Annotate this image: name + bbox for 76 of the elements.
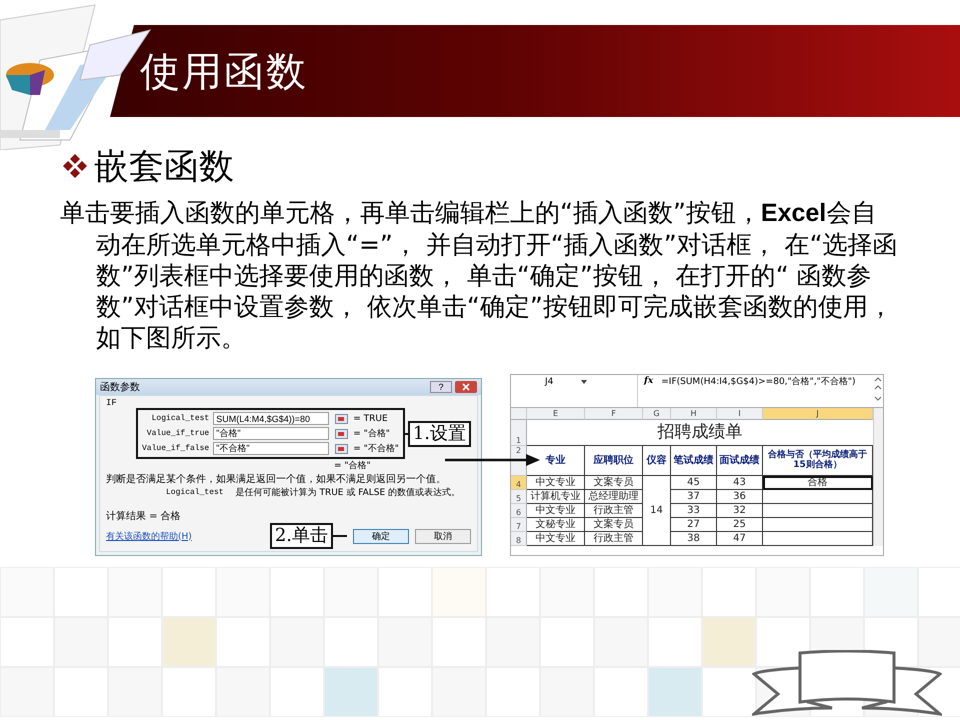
range-picker-icon[interactable]: [335, 444, 348, 454]
row-header[interactable]: 8: [511, 532, 527, 546]
row-header[interactable]: 4: [511, 476, 527, 490]
argument-label: Logical_test: [150, 414, 210, 423]
table-cell: 文案专员: [585, 476, 643, 490]
annotation-label: 2.单击: [270, 523, 333, 549]
help-link[interactable]: 有关该函数的帮助(H): [106, 530, 270, 542]
table-cell: 行政主管: [585, 532, 643, 546]
argument-description: 是任何可能被计算为 TRUE 或 FALSE 的数值或表达式。: [236, 486, 460, 499]
column-heading: 仪容: [643, 446, 671, 476]
column-header[interactable]: H: [671, 408, 717, 420]
column-heading: 笔试成绩: [671, 446, 717, 476]
column-header[interactable]: E: [527, 408, 585, 420]
column-header[interactable]: J: [763, 408, 873, 420]
function-name: IF: [106, 398, 118, 408]
column-heading: 应聘职位: [585, 446, 643, 476]
column-heading: 面试成绩: [717, 446, 763, 476]
argument-label: Value_if_false: [142, 444, 210, 453]
selected-cell[interactable]: 合格: [763, 476, 873, 490]
scroll-arrows-icon[interactable]: [873, 375, 883, 403]
overall-result: = "合格": [334, 460, 372, 472]
annotation-label: 1.设置: [408, 420, 471, 446]
body-paragraph: 单击要插入函数的单元格，再单击编辑栏上的“插入函数”按钮，Excel会自动在所选单元格中插入“=”， 并自动打开“插入函数”对话框， 在“选择函数”列表框中选择要使用的函数， 单击“确定”按钮， 在打开的“ 函数参数”对话框中设置参数， 依次单击“确定”按钮即可完成嵌套函数的使用，如下图所示。: [60, 197, 898, 352]
insert-function-button[interactable]: fx: [638, 375, 660, 407]
table-cell: 45: [671, 476, 717, 490]
table-cell: 36: [717, 490, 763, 504]
table-cell: 27: [671, 518, 717, 532]
row-header[interactable]: 6: [511, 504, 527, 518]
function-description: 判断是否满足某个条件，如果满足返回一个值，如果不满足则返回另一个值。: [106, 472, 447, 486]
name-box[interactable]: J4: [545, 377, 554, 387]
ribbon-banner-icon: [752, 650, 942, 716]
table-cell: 47: [717, 532, 763, 546]
table-cell: 33: [671, 504, 717, 518]
range-picker-icon[interactable]: [335, 414, 348, 424]
table-cell: 14: [643, 476, 671, 546]
argument-label: Value_if_true: [146, 429, 210, 438]
diamond-bullet-icon: [62, 153, 88, 179]
table-cell: 行政主管: [585, 504, 643, 518]
caret-icon[interactable]: [581, 380, 588, 385]
table-cell: 中文专业: [527, 532, 585, 546]
formula-result: 计算结果 = 合格: [106, 510, 182, 523]
row-header[interactable]: 1: [511, 420, 527, 446]
argument-input[interactable]: SUM(L4:M4,$G$4))=80: [213, 412, 330, 425]
close-icon[interactable]: [455, 381, 477, 393]
section-heading: 嵌套函数: [94, 146, 234, 188]
help-button[interactable]: ?: [430, 381, 452, 393]
table-cell: 文秘专业: [527, 518, 585, 532]
vertical-scrollbar[interactable]: [873, 408, 883, 546]
row-header[interactable]: 7: [511, 518, 527, 532]
range-picker-icon[interactable]: [335, 428, 348, 438]
argument-result: = "合格": [353, 428, 391, 440]
column-header[interactable]: F: [585, 408, 643, 420]
dialog-button[interactable]: 确定: [353, 528, 409, 544]
argument-result: = TRUE: [353, 414, 389, 424]
table-cell: 38: [671, 532, 717, 546]
dialog-title: 函数参数: [100, 380, 141, 394]
dialog-button[interactable]: 取消: [415, 528, 471, 544]
argument-input[interactable]: "不合格": [213, 442, 330, 455]
argument-input[interactable]: "合格": [213, 427, 330, 440]
table-cell: 总经理助理: [585, 490, 643, 504]
table-cell: 25: [717, 518, 763, 532]
table-title: 招聘成绩单: [527, 420, 873, 446]
column-header[interactable]: G: [643, 408, 671, 420]
slide-title: 使用函数: [140, 48, 308, 96]
argument-name: Logical_test: [166, 488, 224, 497]
column-header[interactable]: I: [717, 408, 763, 420]
table-cell: 32: [717, 504, 763, 518]
table-cell: 计算机专业: [527, 490, 585, 504]
row-header[interactable]: 5: [511, 490, 527, 504]
argument-result: = "不合格": [353, 442, 399, 455]
table-cell: 中文专业: [527, 504, 585, 518]
table-cell: 37: [671, 490, 717, 504]
table-cell: 43: [717, 476, 763, 490]
table-cell: 中文专业: [527, 476, 585, 490]
formula-text[interactable]: =IF(SUM(H4:I4,$G$4)>=80,"合格","不合格"): [659, 375, 873, 407]
table-cell: 文案专员: [585, 518, 643, 532]
